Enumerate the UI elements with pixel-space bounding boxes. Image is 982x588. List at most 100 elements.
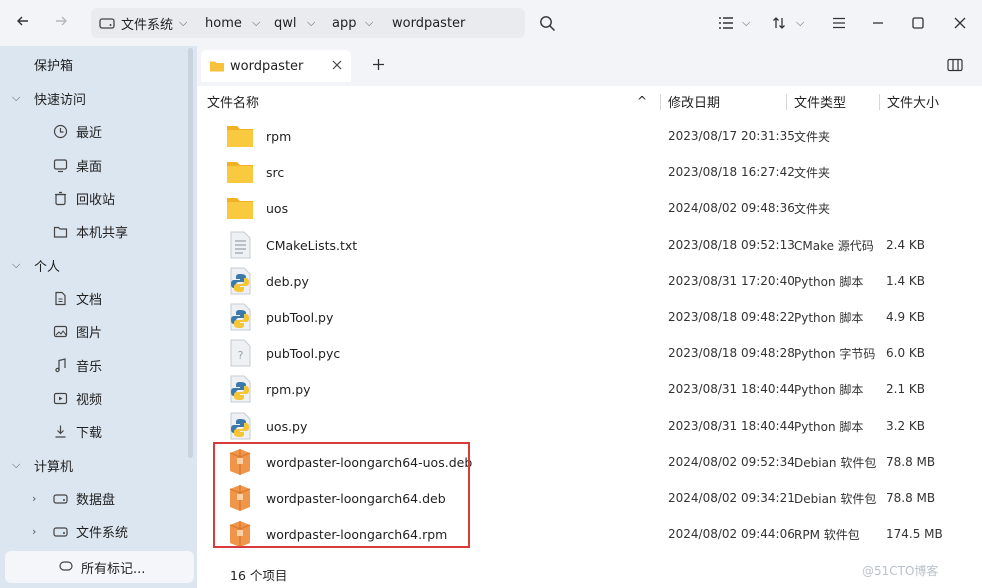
chevron-right-icon[interactable]: › <box>32 525 36 538</box>
breadcrumb-wordpaster[interactable]: wordpaster <box>392 8 465 38</box>
file-name: CMakeLists.txt <box>266 237 358 253</box>
sidebar-group-computer[interactable]: ⌵ 计算机 <box>0 450 188 480</box>
chevron-down-icon[interactable]: ⌵ <box>12 91 20 105</box>
forward-button[interactable] <box>50 12 72 34</box>
chevron-down-icon[interactable]: ⌵ <box>12 258 20 272</box>
file-row[interactable]: CMakeLists.txt 2023/08/18 09:52:13 CMake 源… <box>205 227 965 263</box>
file-row[interactable]: ? pubTool.pyc 2023/08/18 09:48:28 Python 字节… <box>205 335 965 371</box>
detail-panel-button[interactable] <box>947 58 963 76</box>
sidebar-item-filesystem[interactable]: › 文件系统 <box>0 516 188 546</box>
file-row[interactable]: uos 2024/08/02 09:48:36 文件夹 <box>205 190 965 226</box>
minimize-icon <box>873 22 883 24</box>
sidebar-group-personal[interactable]: ⌵ 个人 <box>0 250 188 280</box>
breadcrumb-filesystem[interactable]: 文件系统 <box>99 8 173 38</box>
view-mode-button[interactable]: ⌵ <box>718 11 750 35</box>
sidebar-item-label: 最近 <box>76 125 103 141</box>
file-list-scrollbar[interactable] <box>971 86 977 556</box>
sidebar-item-label: 图片 <box>76 325 103 341</box>
sidebar-item-downloads[interactable]: 下载 <box>0 416 188 446</box>
file-modified: 2024/08/02 09:44:06 <box>668 527 795 541</box>
sidebar-group-quick-access[interactable]: ⌵ 快速访问 <box>0 83 188 113</box>
main-menu-button[interactable] <box>832 11 846 35</box>
sidebar-item-data-disk[interactable]: › 数据盘 <box>0 483 188 513</box>
sidebar-item-desktop[interactable]: 桌面 <box>0 150 188 180</box>
file-row[interactable]: deb.py 2023/08/31 17:20:40 Python 脚本 1.4 KB <box>205 263 965 299</box>
sidebar-scrollbar[interactable] <box>188 48 193 458</box>
search-icon <box>540 15 556 31</box>
sidebar-item-pictures[interactable]: 图片 <box>0 316 188 346</box>
close-button[interactable] <box>953 11 967 35</box>
file-row[interactable]: wordpaster-loongarch64.rpm 2024/08/02 09:… <box>205 516 965 552</box>
sidebar-item-label: 音乐 <box>76 359 103 375</box>
file-name: pubTool.py <box>266 309 334 325</box>
breadcrumb-home[interactable]: home <box>205 8 242 38</box>
sidebar-item-vault[interactable]: 保护箱 <box>0 49 188 79</box>
file-type: 文件夹 <box>794 129 831 144</box>
close-icon[interactable] <box>331 59 343 75</box>
tab-label: wordpaster <box>230 58 304 74</box>
sidebar-item-documents[interactable]: 文档 <box>0 283 188 313</box>
sidebar-item-music[interactable]: 音乐 <box>0 350 188 380</box>
watermark-text: @51CTO博客 <box>862 564 939 578</box>
column-modified-label: 修改日期 <box>668 95 721 111</box>
column-type[interactable]: 文件类型 <box>794 86 846 116</box>
maximize-button[interactable] <box>911 11 925 35</box>
chevron-down-icon[interactable]: ⌵ <box>179 8 187 38</box>
chevron-down-icon[interactable]: ⌵ <box>365 8 373 38</box>
sidebar-item-trash[interactable]: 回收站 <box>0 183 188 213</box>
sidebar-item-label: 文档 <box>76 292 103 308</box>
chevron-down-icon[interactable]: ⌵ <box>307 8 315 38</box>
sidebar-item-label: 数据盘 <box>76 492 116 508</box>
chevron-down-icon[interactable]: ⌵ <box>12 458 20 472</box>
file-type: Python 字节码 <box>794 346 876 361</box>
file-name: pubTool.pyc <box>266 345 341 361</box>
file-type: Python 脚本 <box>794 382 864 397</box>
minimize-button[interactable] <box>871 11 885 35</box>
sidebar-item-videos[interactable]: 视频 <box>0 383 188 413</box>
file-row[interactable]: rpm 2023/08/17 20:31:35 文件夹 <box>205 118 965 154</box>
breadcrumb-label: home <box>205 15 242 31</box>
file-row[interactable]: uos.py 2023/08/31 18:40:44 Python 脚本 3.2 KB <box>205 408 965 444</box>
column-size[interactable]: 文件大小 <box>887 86 939 116</box>
svg-text:?: ? <box>238 349 244 362</box>
file-type: Python 脚本 <box>794 419 864 434</box>
search-button[interactable] <box>539 11 556 35</box>
file-type: 文件夹 <box>794 165 831 180</box>
file-size: 3.2 KB <box>886 419 925 433</box>
sidebar-item-recent[interactable]: 最近 <box>0 116 188 146</box>
file-row[interactable]: wordpaster-loongarch64-uos.deb 2024/08/02… <box>205 444 965 480</box>
column-divider[interactable] <box>879 94 880 110</box>
file-row[interactable]: src 2023/08/18 16:27:42 文件夹 <box>205 154 965 190</box>
column-divider[interactable] <box>660 94 661 110</box>
column-name[interactable]: 文件名称 <box>207 86 259 116</box>
back-button[interactable] <box>12 12 34 34</box>
column-divider[interactable] <box>786 94 787 110</box>
breadcrumb-qwl[interactable]: qwl <box>274 8 297 38</box>
file-name: deb.py <box>266 273 309 289</box>
sidebar-item-label: 本机共享 <box>76 225 129 241</box>
sort-button[interactable]: ⌵ <box>772 11 804 35</box>
download-icon <box>51 422 69 440</box>
arrow-right-icon <box>54 14 68 32</box>
new-tab-button[interactable] <box>372 58 385 75</box>
file-row[interactable]: wordpaster-loongarch64.deb 2024/08/02 09:… <box>205 480 965 516</box>
column-modified[interactable]: 修改日期 <box>668 86 720 116</box>
file-type: Debian 软件包 <box>794 455 877 470</box>
disk-icon <box>51 522 69 540</box>
chevron-down-icon[interactable]: ⌵ <box>252 8 260 38</box>
file-type: 文件夹 <box>794 201 831 216</box>
breadcrumb-app[interactable]: app <box>332 8 356 38</box>
sidebar-item-local-share[interactable]: 本机共享 <box>0 216 188 246</box>
all-tags-button[interactable]: 所有标记... <box>5 551 194 583</box>
file-name: rpm <box>266 128 292 144</box>
chevron-right-icon[interactable]: › <box>32 492 36 505</box>
tab-wordpaster[interactable]: wordpaster <box>201 50 351 82</box>
file-type: RPM 软件包 <box>794 527 860 542</box>
file-row[interactable]: rpm.py 2023/08/31 18:40:44 Python 脚本 2.1 KB <box>205 371 965 407</box>
image-icon <box>51 322 69 340</box>
sort-icon <box>773 17 785 29</box>
sort-asc-icon[interactable]: ^ <box>637 86 647 116</box>
file-modified: 2023/08/18 09:48:28 <box>668 346 795 360</box>
file-row[interactable]: pubTool.py 2023/08/18 09:48:22 Python 脚本 4.… <box>205 299 965 335</box>
title-bar: 文件系统 ⌵ home ⌵ qwl ⌵ app ⌵ wordpaster ⌵ ⌵ <box>0 0 982 46</box>
